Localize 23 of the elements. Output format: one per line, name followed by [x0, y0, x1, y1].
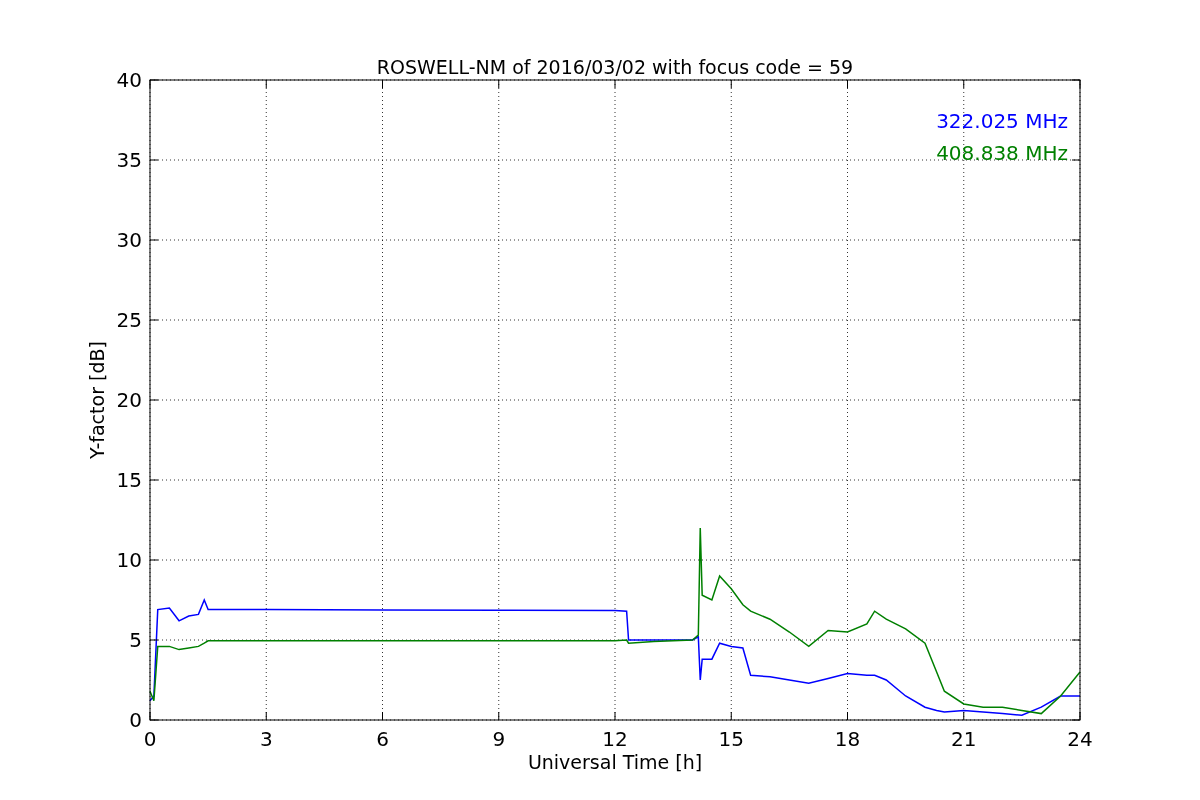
legend-label: 408.838 MHz	[936, 141, 1068, 165]
y-axis-label: Y-factor [dB]	[86, 341, 108, 459]
x-tick-label: 21	[951, 727, 977, 751]
y-tick-label: 0	[129, 708, 142, 732]
legend-label: 322.025 MHz	[936, 109, 1068, 133]
x-tick-label: 9	[492, 727, 506, 751]
y-tick-label: 35	[116, 148, 142, 172]
y-tick-label: 20	[116, 388, 142, 412]
y-tick-label: 30	[116, 228, 142, 252]
x-tick-label: 15	[718, 727, 744, 751]
x-tick-label: 3	[259, 727, 273, 751]
y-tick-label: 25	[116, 308, 142, 332]
chart-title: ROSWELL-NM of 2016/03/02 with focus code = 59	[376, 56, 854, 78]
x-axis-label: Universal Time [h]	[527, 751, 703, 773]
x-tick-label: 0	[143, 727, 157, 751]
y-tick-label: 40	[116, 68, 142, 92]
x-tick-label: 18	[834, 727, 861, 751]
y-tick-label: 15	[116, 468, 142, 492]
y-tick-label: 10	[116, 548, 142, 572]
x-tick-label: 24	[1067, 727, 1093, 751]
x-tick-label: 12	[602, 727, 628, 751]
x-tick-label: 6	[376, 727, 389, 751]
y-tick-label: 5	[129, 628, 142, 652]
